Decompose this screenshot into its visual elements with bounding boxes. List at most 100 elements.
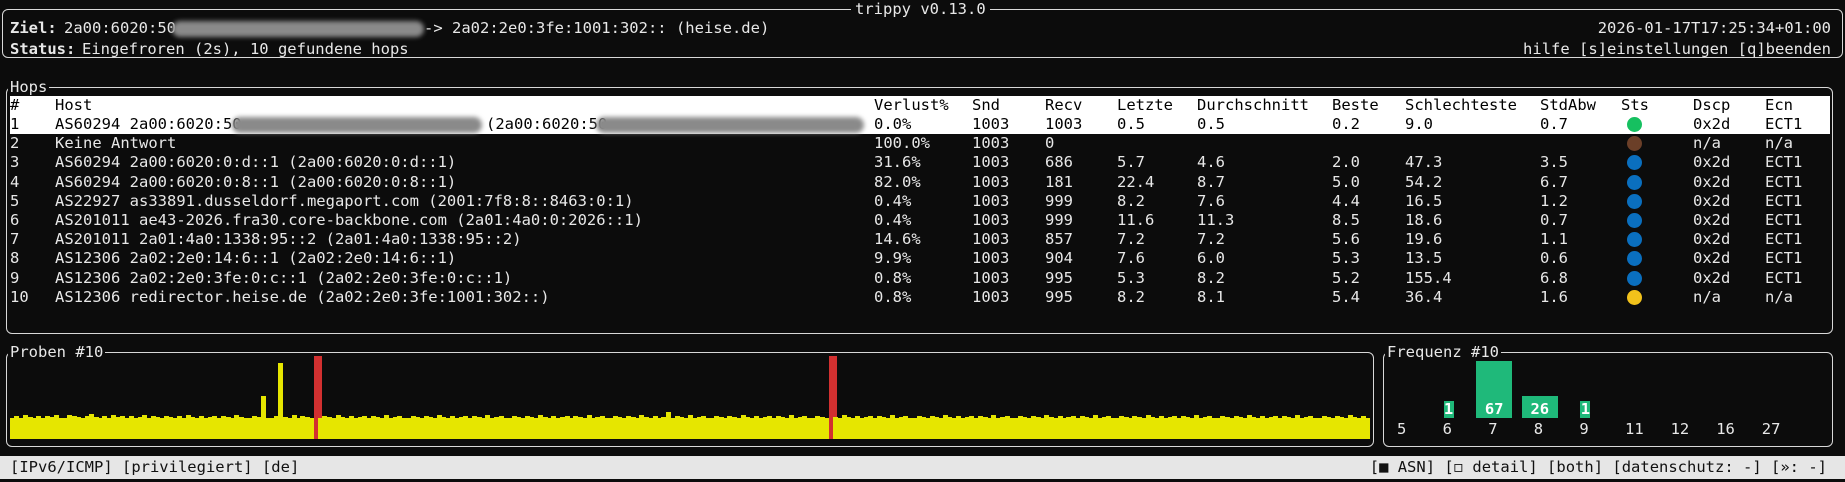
hop-ecn: ECT1 (1765, 172, 1803, 191)
help-hint[interactable]: hilfe [s]einstellungen [q]beenden (1523, 40, 1831, 58)
hop-num: 6 (10, 211, 20, 229)
status-bar-right[interactable]: [■ ASN] [◻ detail] [both] [datenschutz: … (1370, 456, 1827, 479)
status-dot-icon (1627, 213, 1642, 228)
frequency-bucket-label: 11 (1625, 420, 1644, 438)
hop-row[interactable]: 3 AS60294 2a00:6020:0:d::1 (2a00:6020:0:d… (10, 153, 1830, 172)
samples-chart (10, 356, 1370, 439)
col-last: Letzte (1117, 96, 1173, 114)
hop-best: 8.5 (1332, 211, 1360, 229)
frequency-bar: 26 (1521, 395, 1558, 418)
hop-row[interactable]: 2 Keine Antwort 100.0% 1003 0 n/a n/a (10, 134, 1830, 153)
hop-row[interactable]: 10 AS12306 redirector.heise.de (2a02:2e0:… (10, 288, 1830, 307)
hop-host: AS12306 2a02:2e0:3fe:0:c::1 (2a02:2e0:3f… (55, 268, 513, 287)
hop-stddev: 0.7 (1540, 115, 1568, 133)
hop-last: 7.6 (1117, 249, 1145, 268)
hop-worst: 155.4 (1405, 268, 1452, 287)
col-ecn: Ecn (1765, 96, 1793, 114)
hop-row[interactable]: 4 AS60294 2a00:6020:0:8::1 (2a00:6020:0:8… (10, 173, 1830, 192)
hop-stddev: 3.5 (1540, 153, 1568, 172)
hop-worst: 13.5 (1405, 249, 1443, 268)
frequency-bucket-label: 9 (1579, 420, 1589, 438)
hop-avg: 0.5 (1197, 115, 1225, 133)
hop-num: 4 (10, 172, 20, 191)
hop-row[interactable]: 6 AS201011 ae43-2026.fra30.core-backbone.… (10, 211, 1830, 230)
hop-host: AS12306 2a02:2e0:14:6::1 (2a02:2e0:14:6:… (55, 249, 457, 268)
hop-snd: 1003 (972, 134, 1010, 153)
hop-snd: 1003 (972, 211, 1010, 229)
hop-worst: 16.5 (1405, 191, 1443, 210)
hop-worst: 9.0 (1405, 115, 1433, 133)
hop-loss: 9.9% (874, 249, 912, 268)
hop-ecn: ECT1 (1765, 230, 1803, 249)
hop-recv: 181 (1045, 172, 1073, 191)
hop-num: 5 (10, 191, 20, 210)
hop-host: AS201011 2a01:4a0:1338:95::2 (2a01:4a0:1… (55, 230, 522, 249)
col-host: Host (55, 96, 93, 114)
redacted-address (172, 21, 424, 37)
hop-avg: 4.6 (1197, 153, 1225, 172)
hop-snd: 1003 (972, 287, 1010, 306)
status-dot-icon (1627, 117, 1642, 132)
status-dot-icon (1627, 251, 1642, 267)
hop-loss: 14.6% (874, 230, 921, 249)
hop-ecn: n/a (1765, 287, 1793, 306)
hop-avg: 8.1 (1197, 287, 1225, 306)
hop-best: 5.3 (1332, 249, 1360, 268)
hop-worst: 36.4 (1405, 287, 1443, 306)
hop-ecn: ECT1 (1765, 115, 1803, 133)
status-bar-left: [IPv6/ICMP] [privilegiert] [de] (10, 458, 300, 476)
hop-host: AS22927 as33891.dusseldorf.megaport.com … (55, 191, 634, 210)
status-bar: [IPv6/ICMP] [privilegiert] [de] [■ ASN] … (0, 456, 1845, 479)
hop-host: AS12306 redirector.heise.de (2a02:2e0:3f… (55, 287, 550, 306)
hop-stddev: 0.7 (1540, 211, 1568, 229)
hop-stddev: 0.6 (1540, 249, 1568, 268)
hop-recv: 995 (1045, 287, 1073, 306)
hop-avg: 7.6 (1197, 191, 1225, 210)
hop-last: 0.5 (1117, 115, 1145, 133)
hop-best: 5.2 (1332, 268, 1360, 287)
hop-loss: 100.0% (874, 134, 930, 153)
hop-loss: 0.4% (874, 191, 912, 210)
hop-row[interactable]: 7 AS201011 2a01:4a0:1338:95::2 (2a01:4a0:… (10, 230, 1830, 249)
hop-recv: 686 (1045, 153, 1073, 172)
hop-host: AS60294 2a00:6020:0:d::1 (2a00:6020:0:d:… (55, 153, 457, 172)
target-value-suffix: -> 2a02:2e0:3fe:1001:302:: (heise.de) (424, 19, 770, 37)
hop-ecn: ECT1 (1765, 211, 1803, 229)
status-dot-icon (1627, 232, 1642, 248)
hop-last: 8.2 (1117, 191, 1145, 210)
hop-row[interactable]: 9 AS12306 2a02:2e0:3fe:0:c::1 (2a02:2e0:3… (10, 269, 1830, 288)
hop-row[interactable]: 8 AS12306 2a02:2e0:14:6::1 (2a02:2e0:14:6… (10, 249, 1830, 268)
frequency-bucket-label: 6 (1442, 420, 1452, 438)
hop-recv: 0 (1045, 134, 1055, 153)
hop-ecn: n/a (1765, 134, 1793, 153)
hop-host: Keine Antwort (55, 134, 177, 153)
hop-dscp: n/a (1693, 134, 1721, 153)
hop-host: AS60294 2a00:6020:0:8::1 (2a00:6020:0:8:… (55, 172, 457, 191)
col-worst: Schlechteste (1405, 96, 1517, 114)
hop-recv: 999 (1045, 191, 1073, 210)
hop-best: 5.6 (1332, 230, 1360, 249)
hop-host: AS201011 ae43-2026.fra30.core-backbone.c… (55, 211, 643, 229)
hop-row[interactable]: 1 AS60294 2a00:6020:50 0.0% 1003 1003 0.5 0.5 0… (10, 115, 1830, 134)
hop-loss: 0.4% (874, 211, 912, 229)
hop-host: AS60294 2a00:6020:50 (55, 115, 242, 133)
frequency-bar: 1 (1443, 400, 1454, 418)
hop-dscp: 0x2d (1693, 211, 1731, 229)
hop-dscp: 0x2d (1693, 115, 1731, 133)
status-dot-icon (1627, 193, 1642, 209)
hop-snd: 1003 (972, 249, 1010, 268)
hop-dscp: 0x2d (1693, 172, 1731, 191)
hop-avg: 8.7 (1197, 172, 1225, 191)
status-dot-icon (1627, 289, 1642, 305)
target-label: Ziel: (10, 19, 57, 37)
frequency-bucket-label: 16 (1716, 420, 1735, 438)
status-value: Eingefroren (2s), 10 gefundene hops (82, 40, 409, 58)
hop-num: 9 (10, 268, 20, 287)
hop-recv: 995 (1045, 268, 1073, 287)
hop-dscp: n/a (1693, 287, 1721, 306)
hop-row[interactable]: 5 AS22927 as33891.dusseldorf.megaport.com… (10, 192, 1830, 211)
col-loss: Verlust% (874, 96, 949, 114)
hop-loss: 0.8% (874, 268, 912, 287)
frequency-bucket-label: 5 (1397, 420, 1407, 438)
hop-loss: 0.8% (874, 287, 912, 306)
